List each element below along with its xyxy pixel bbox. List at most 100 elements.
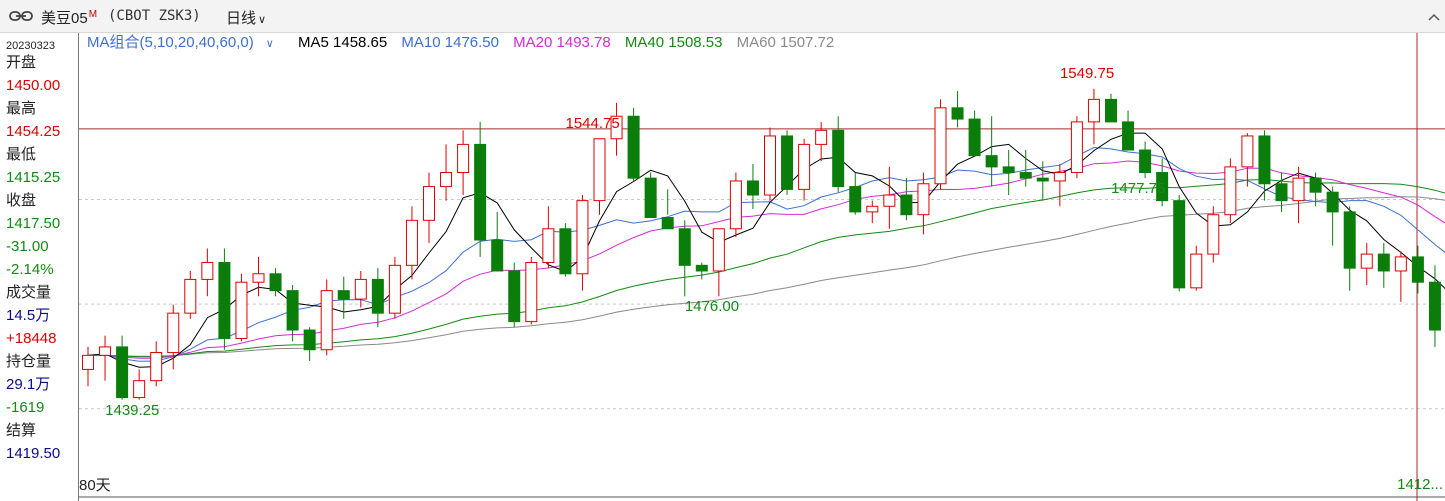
candle-up — [133, 380, 146, 399]
candle-up — [917, 183, 930, 216]
candle-down — [678, 228, 691, 266]
candle-up — [184, 278, 197, 314]
ma-group-selector[interactable]: MA组合(5,10,20,40,60,0) ∨ — [87, 34, 284, 51]
candle-up — [934, 107, 947, 185]
quote-value: 1419.50 — [6, 445, 61, 462]
candle-down — [286, 290, 299, 331]
candle-down — [1002, 166, 1015, 174]
period-selector[interactable]: 日线 ∨ — [226, 7, 266, 28]
quote-value: 14.5万 — [6, 307, 51, 324]
quote-value: -1619 — [6, 399, 45, 416]
ma-group-label: MA组合(5,10,20,40,60,0) — [87, 34, 254, 51]
candle-down — [1428, 281, 1441, 331]
candle-up — [1053, 172, 1066, 182]
candle-up — [405, 219, 418, 266]
candle-up — [798, 143, 811, 190]
ma40-value: MA40 1508.53 — [624, 34, 723, 51]
candle-down — [951, 107, 964, 120]
candle-up — [712, 228, 725, 272]
high-price-annotation: 1544.75 — [565, 114, 620, 132]
quote-value: -2.14% — [6, 261, 54, 278]
candle-up — [150, 352, 163, 382]
candle-up — [252, 273, 265, 283]
candle-up — [1360, 253, 1373, 269]
candle-down — [1326, 191, 1339, 213]
candle-up — [1292, 177, 1305, 202]
candle-down — [491, 239, 504, 272]
candle-down — [1377, 253, 1390, 272]
quote-value: 1415.25 — [6, 169, 61, 186]
chevron-down-icon: ∨ — [265, 38, 274, 50]
quote-value: 29.1万 — [6, 376, 51, 393]
candle-up — [423, 186, 435, 221]
candle-up — [1070, 121, 1083, 174]
ma20-value: MA20 1493.78 — [513, 34, 611, 51]
symbol-code: (CBOT ZSK3) — [108, 8, 201, 24]
quote-value: +18448 — [6, 330, 57, 347]
quote-label: 开盘 — [6, 54, 37, 71]
kline-chart-canvas[interactable] — [79, 33, 1445, 501]
candle-down — [1019, 172, 1032, 179]
quote-info-panel: 20230323 开盘 1450.00 最高 1454.25 最低 1415.25 收盘 14… — [0, 33, 79, 501]
quote-label: 结算 — [6, 422, 37, 439]
candle-up — [1087, 98, 1100, 123]
candle-up — [320, 290, 333, 351]
candle-down — [1036, 177, 1049, 182]
scroll-up-icon[interactable] — [1427, 12, 1441, 22]
candle-up — [593, 138, 606, 202]
ma10-value: MA10 1476.50 — [401, 34, 499, 51]
candle-up — [99, 346, 112, 356]
candle-down — [832, 129, 845, 188]
candle-up — [201, 262, 214, 280]
quote-label: 持仓量 — [6, 353, 52, 370]
candle-down — [900, 194, 913, 216]
candle-down — [1411, 256, 1424, 283]
high-price-annotation: 1549.75 — [1059, 64, 1115, 82]
quote-value: 1450.00 — [6, 77, 61, 94]
candle-up — [1241, 135, 1254, 168]
candle-down — [661, 217, 674, 230]
candle-down — [1105, 98, 1117, 123]
candle-up — [542, 228, 555, 264]
candle-down — [559, 228, 572, 275]
candle-up — [764, 135, 776, 196]
quote-value: -31.00 — [6, 238, 49, 255]
ma60-value: MA60 1507.72 — [736, 34, 835, 51]
candle-up — [576, 200, 589, 275]
quote-label: 最高 — [6, 100, 37, 117]
candle-down — [1139, 149, 1152, 174]
candle-down — [781, 135, 794, 190]
candle-down — [1122, 121, 1135, 151]
period-label: 日线 — [226, 10, 257, 27]
candle-up — [1394, 256, 1407, 272]
candle-down — [985, 155, 998, 168]
main-contract-badge: M — [88, 9, 98, 20]
quote-value: 1454.25 — [6, 123, 61, 140]
candle-down — [218, 262, 231, 339]
candle-up — [729, 180, 742, 230]
ma5-value: MA5 1458.65 — [298, 34, 388, 51]
candle-down — [695, 264, 708, 272]
candle-down — [746, 180, 759, 196]
quote-label: 最低 — [6, 146, 37, 163]
candle-up — [82, 354, 94, 370]
candle-down — [269, 273, 282, 292]
candle-down — [1343, 211, 1356, 269]
quote-value: 1417.50 — [6, 215, 61, 232]
candle-up — [866, 205, 879, 213]
last-price-label: 1412... — [1397, 476, 1443, 493]
kline-chart[interactable]: MA组合(5,10,20,40,60,0) ∨ MA5 1458.65 MA10 … — [79, 33, 1445, 501]
candle-down — [1173, 200, 1186, 289]
low-price-annotation: 1477.75 — [1111, 180, 1166, 198]
candle-down — [644, 177, 657, 219]
candle-up — [1224, 166, 1237, 216]
candle-up — [354, 278, 367, 300]
candle-up — [883, 194, 896, 207]
symbol-header: 美豆05M (CBOT ZSK3) 日线 ∨ — [0, 0, 1445, 33]
chevron-down-icon: ∨ — [258, 14, 267, 26]
candle-up — [440, 172, 453, 188]
candle-down — [1309, 177, 1322, 193]
candle-down — [337, 290, 350, 300]
low-price-annotation: 1439.25 — [105, 401, 160, 419]
link-icon[interactable] — [9, 9, 33, 23]
